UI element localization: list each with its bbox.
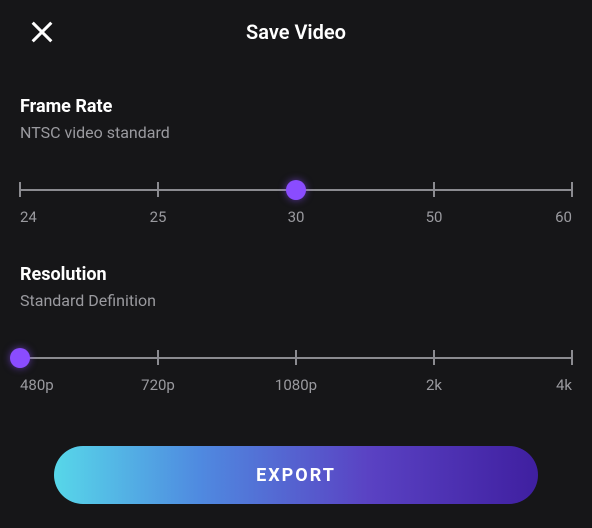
slider-label: 30 (288, 208, 305, 226)
slider-label: 720p (141, 376, 175, 394)
slider-thumb[interactable] (10, 348, 30, 368)
slider-label: 4k (556, 376, 572, 394)
frame-rate-labels: 24 25 30 50 60 (20, 208, 572, 232)
frame-rate-title: Frame Rate (20, 96, 572, 117)
export-button[interactable]: EXPORT (54, 446, 538, 504)
slider-label: 1080p (275, 376, 317, 394)
close-icon (28, 31, 56, 50)
export-label: EXPORT (256, 465, 336, 486)
resolution-slider[interactable] (20, 346, 572, 370)
slider-tick (157, 350, 159, 365)
slider-tick (433, 350, 435, 365)
slider-label: 2k (426, 376, 442, 394)
slider-tick (19, 182, 21, 197)
slider-tick (571, 350, 573, 365)
slider-label: 50 (426, 208, 443, 226)
page-title: Save Video (0, 0, 592, 64)
slider-tick (157, 182, 159, 197)
slider-label: 60 (555, 208, 572, 226)
frame-rate-subtitle: NTSC video standard (20, 123, 572, 142)
slider-tick (295, 350, 297, 365)
resolution-labels: 480p 720p 1080p 2k 4k (20, 376, 572, 400)
close-button[interactable] (28, 18, 56, 46)
slider-label: 25 (150, 208, 167, 226)
frame-rate-slider[interactable] (20, 178, 572, 202)
slider-label: 24 (20, 208, 37, 226)
resolution-title: Resolution (20, 264, 572, 285)
slider-tick (571, 182, 573, 197)
slider-thumb[interactable] (286, 180, 306, 200)
slider-label: 480p (20, 376, 54, 394)
resolution-subtitle: Standard Definition (20, 291, 572, 310)
slider-tick (433, 182, 435, 197)
